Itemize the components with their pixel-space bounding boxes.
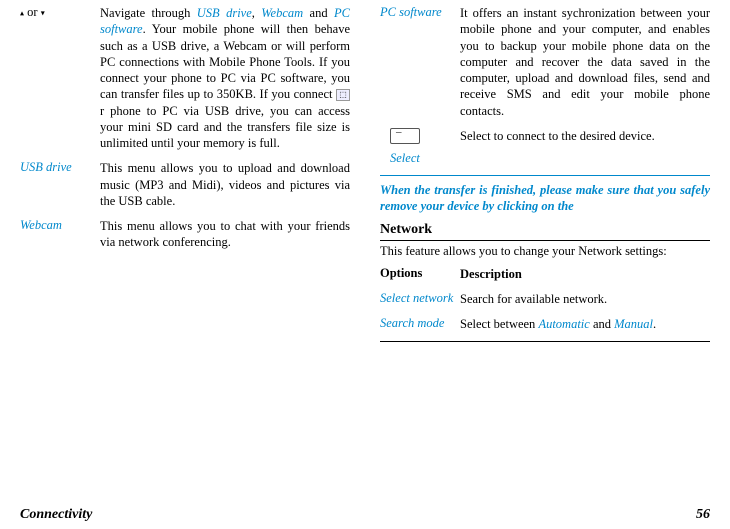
nav-or: or: [24, 5, 41, 19]
select-network-label: Select network: [380, 291, 460, 307]
footer-page-number: 56: [696, 507, 710, 523]
select-network-row: Select network Search for available netw…: [380, 291, 710, 307]
search-mode-desc: Select between Automatic and Manual.: [460, 316, 710, 332]
usb-drive-label: USB drive: [20, 160, 100, 209]
footer-title: Connectivity: [20, 507, 92, 523]
blue-separator: [380, 175, 710, 176]
select-network-desc: Search for available network.: [460, 291, 710, 307]
nav-and: and: [303, 6, 334, 20]
device-select-icon: [390, 128, 420, 144]
select-desc: Select to connect to the desired device.: [460, 128, 710, 166]
search-mode-label: Search mode: [380, 316, 460, 332]
description-col-header: Description: [460, 266, 710, 282]
automatic-term: Automatic: [538, 317, 589, 331]
search-mode-and: and: [590, 317, 614, 331]
options-col-header: Options: [380, 266, 460, 282]
usb-drive-row: USB drive This menu allows you to upload…: [20, 160, 350, 209]
nav-usb-term: USB drive: [197, 6, 252, 20]
nav-desc-c: r phone to PC via USB drive, you can acc…: [100, 104, 350, 151]
network-heading: Network: [380, 222, 710, 238]
safe-remove-note: When the transfer is finished, please ma…: [380, 182, 710, 215]
arrow-down-icon: ▾: [41, 9, 45, 18]
search-mode-desc-a: Select between: [460, 317, 538, 331]
nav-arrows-label: ▴ or ▾: [20, 5, 100, 151]
search-mode-dot: .: [653, 317, 656, 331]
manual-term: Manual: [614, 317, 653, 331]
pc-software-desc: It offers an instant sychronization betw…: [460, 5, 710, 119]
nav-desc-a: Navigate through: [100, 6, 197, 20]
nav-webcam-term: Webcam: [261, 6, 303, 20]
select-label-cell: Select: [380, 128, 460, 166]
search-mode-row: Search mode Select between Automatic and…: [380, 316, 710, 332]
inline-device-icon: ⬚: [336, 89, 350, 101]
nav-desc: Navigate through USB drive, Webcam and P…: [100, 5, 350, 151]
pc-software-row: PC software It offers an instant sychron…: [380, 5, 710, 119]
network-heading-rule: [380, 240, 710, 241]
nav-row: ▴ or ▾ Navigate through USB drive, Webca…: [20, 5, 350, 151]
table-bottom-rule: [380, 341, 710, 342]
network-intro: This feature allows you to change your N…: [380, 243, 710, 259]
options-header-row: Options Description: [380, 266, 710, 282]
webcam-row: Webcam This menu allows you to chat with…: [20, 218, 350, 251]
webcam-desc: This menu allows you to chat with your f…: [100, 218, 350, 251]
select-label: Select: [390, 151, 420, 165]
nav-comma: ,: [252, 6, 262, 20]
select-row: Select Select to connect to the desired …: [380, 128, 710, 166]
page-footer: Connectivity 56: [20, 507, 710, 523]
pc-software-label: PC software: [380, 5, 460, 119]
usb-drive-desc: This menu allows you to upload and downl…: [100, 160, 350, 209]
webcam-label: Webcam: [20, 218, 100, 251]
